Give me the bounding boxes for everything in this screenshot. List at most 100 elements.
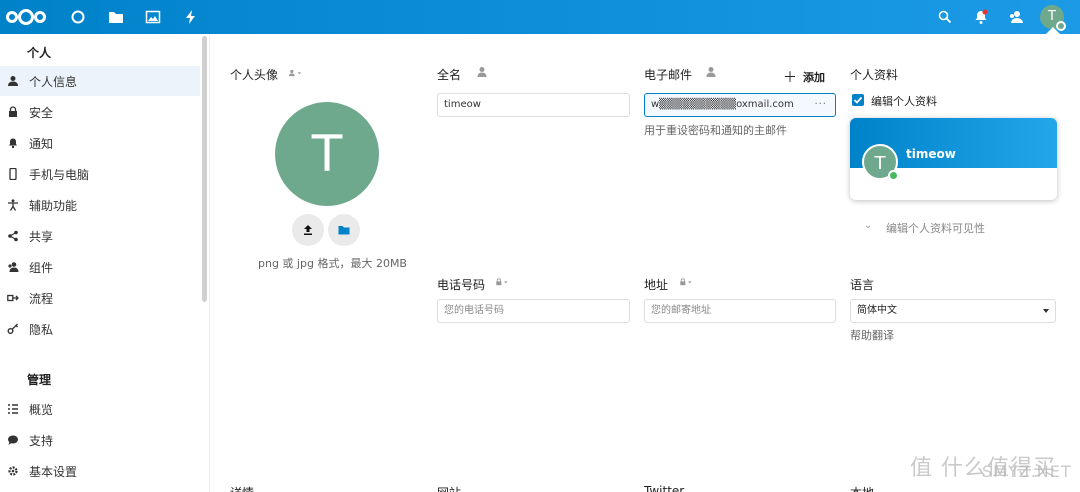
section-personal: 个人 <box>27 46 52 60</box>
share-icon <box>7 230 19 242</box>
choose-from-files-button[interactable] <box>328 214 360 246</box>
personal-info-main: 个人头像 T png 或 jpg 格式，最大 20MB 全名 timeow 电子… <box>210 34 1080 492</box>
activity-icon[interactable] <box>183 9 199 25</box>
sidebar-item-overview[interactable]: 概览 <box>0 394 200 424</box>
list-icon <box>7 403 19 415</box>
avatar-hint: png 或 jpg 格式，最大 20MB <box>258 257 407 270</box>
card-name: timeow <box>906 147 956 161</box>
gear-icon <box>7 465 19 477</box>
avatar-letter: T <box>311 125 343 183</box>
sidebar-item-support[interactable]: 支持 <box>0 425 200 455</box>
profile-avatar: T <box>275 102 379 206</box>
avatar-title: 个人头像 <box>230 68 279 82</box>
language-value: 简体中文 <box>857 305 897 316</box>
phone-label: 电话号码 <box>437 278 486 292</box>
sidebar-item-label: 安全 <box>29 105 54 120</box>
sidebar-item-label: 流程 <box>29 291 54 306</box>
sidebar-item-label: 支持 <box>29 433 54 448</box>
avatar-letter: T <box>1048 9 1056 24</box>
edit-visibility-link[interactable]: 编辑个人资料可见性 <box>886 220 985 236</box>
flow-icon <box>7 292 19 304</box>
check-icon <box>853 96 863 104</box>
accessibility-icon <box>7 199 19 211</box>
key-icon <box>7 323 19 335</box>
user-menu-avatar[interactable]: T <box>1040 5 1066 31</box>
sidebar-item-sharing[interactable]: 共享 <box>0 221 200 251</box>
sidebar-item-groupware[interactable]: 组件 <box>0 252 200 282</box>
details-label: 详情 <box>230 484 254 492</box>
address-label: 地址 <box>644 278 669 292</box>
email-input[interactable]: w▒▒▒▒▒▒▒▒▒▒oxmail.com ··· <box>644 93 836 117</box>
search-icon[interactable] <box>937 9 953 25</box>
edit-profile-checkbox[interactable] <box>852 94 864 106</box>
nextcloud-logo[interactable] <box>6 7 48 27</box>
add-email-icon[interactable]: ＋ <box>783 67 797 87</box>
twitter-label: Twitter <box>644 484 685 492</box>
lock-scope-icon[interactable] <box>679 276 701 288</box>
language-select[interactable]: 简体中文 <box>850 299 1056 323</box>
email-label: 电子邮件 <box>644 68 693 82</box>
email-value: w▒▒▒▒▒▒▒▒▒▒oxmail.com <box>651 99 794 110</box>
bell-icon <box>7 137 19 149</box>
fullname-label: 全名 <box>437 68 462 82</box>
folder-icon <box>338 226 350 235</box>
upload-icon <box>304 225 312 235</box>
sidebar-item-basic-settings[interactable]: 基本设置 <box>0 456 200 486</box>
sidebar-item-label: 隐私 <box>29 322 54 337</box>
sidebar-item-label: 基本设置 <box>29 464 78 479</box>
status-indicator <box>888 170 899 181</box>
profile-label: 个人资料 <box>850 68 899 82</box>
sidebar-item-personal-info[interactable]: 个人信息 <box>0 66 200 96</box>
top-header: T <box>0 0 1080 34</box>
notifications-icon[interactable] <box>973 9 989 25</box>
visibility-scope-icon[interactable] <box>704 66 718 78</box>
fullname-input[interactable]: timeow <box>437 93 630 117</box>
lock-icon <box>7 106 19 118</box>
add-email-button[interactable]: 添加 <box>803 69 825 85</box>
profile-preview-card[interactable]: T timeow <box>850 118 1057 200</box>
more-options-icon[interactable]: ··· <box>814 94 827 116</box>
sidebar-item-privacy[interactable]: 隐私 <box>0 314 200 344</box>
language-label: 语言 <box>850 278 875 292</box>
chat-icon <box>7 434 19 446</box>
email-hint: 用于重设密码和通知的主邮件 <box>644 124 787 137</box>
sidebar-item-label: 个人信息 <box>29 74 78 89</box>
address-input[interactable]: 您的邮寄地址 <box>644 299 836 323</box>
dashboard-icon[interactable] <box>70 9 86 25</box>
sidebar-item-accessibility[interactable]: 辅助功能 <box>0 190 200 220</box>
watermark-site: SMYZ.NET <box>982 462 1072 481</box>
sidebar-item-devices[interactable]: 手机与电脑 <box>0 159 200 189</box>
website-label: 网站 <box>437 484 461 492</box>
visibility-scope-icon[interactable] <box>475 66 489 78</box>
settings-sidebar: 个人 个人信息 安全 通知 手机与电脑 辅助功能 共享 组件 流程 隐私 管理 … <box>0 34 210 492</box>
sidebar-item-label: 共享 <box>29 229 54 244</box>
section-admin: 管理 <box>27 373 52 387</box>
contacts-icon[interactable] <box>1008 9 1024 25</box>
sidebar-item-label: 组件 <box>29 260 54 275</box>
sidebar-item-label: 概览 <box>29 402 54 417</box>
phone-input[interactable]: 您的电话号码 <box>437 299 630 323</box>
group-icon <box>7 261 19 273</box>
watermark: 值 什么值得买 SMYZ.NET <box>910 450 1071 482</box>
sidebar-item-flow[interactable]: 流程 <box>0 283 200 313</box>
sidebar-scrollbar[interactable] <box>202 36 207 302</box>
edit-profile-label[interactable]: 编辑个人资料 <box>871 93 937 109</box>
sidebar-item-label: 通知 <box>29 136 54 151</box>
dropdown-arrow-icon <box>1043 309 1049 313</box>
sidebar-item-notifications[interactable]: 通知 <box>0 128 200 158</box>
upload-avatar-button[interactable] <box>292 214 324 246</box>
lock-scope-icon[interactable] <box>495 276 517 288</box>
sidebar-item-label: 手机与电脑 <box>29 167 90 182</box>
help-translate-link[interactable]: 帮助翻译 <box>850 327 894 343</box>
sidebar-item-label: 辅助功能 <box>29 198 78 213</box>
phone-icon <box>7 168 19 180</box>
user-icon <box>7 75 19 87</box>
files-icon[interactable] <box>108 9 124 25</box>
sidebar-item-security[interactable]: 安全 <box>0 97 200 127</box>
menu-caret <box>1046 27 1060 34</box>
chevron-down-icon[interactable]: ⌄ <box>864 220 872 231</box>
visibility-scope-icon[interactable] <box>288 67 310 79</box>
avatar-letter: T <box>874 153 886 174</box>
photos-icon[interactable] <box>145 9 161 25</box>
locale-label: 本地 <box>850 484 874 492</box>
